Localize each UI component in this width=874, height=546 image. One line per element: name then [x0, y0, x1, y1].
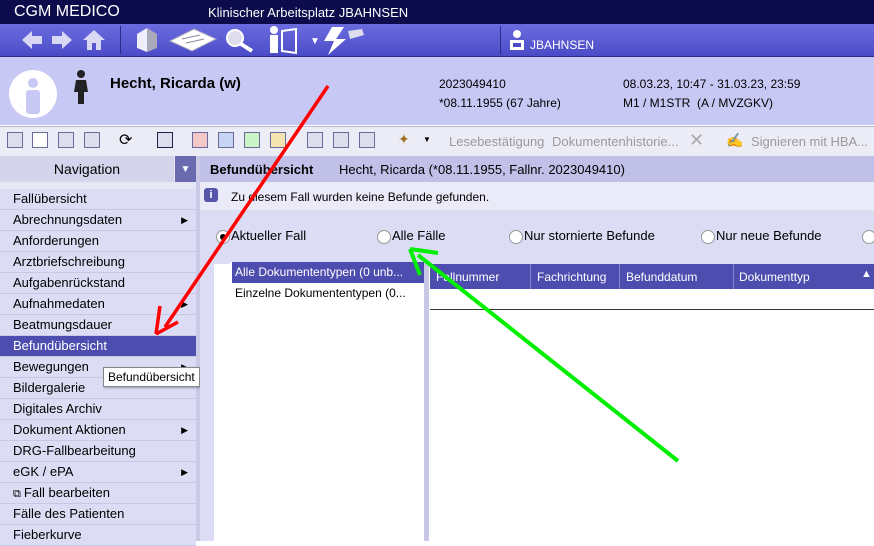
red-annotation-arrow-icon [154, 85, 330, 336]
green-annotation-arrow-icon [408, 247, 680, 463]
annotation-arrows [154, 85, 680, 463]
